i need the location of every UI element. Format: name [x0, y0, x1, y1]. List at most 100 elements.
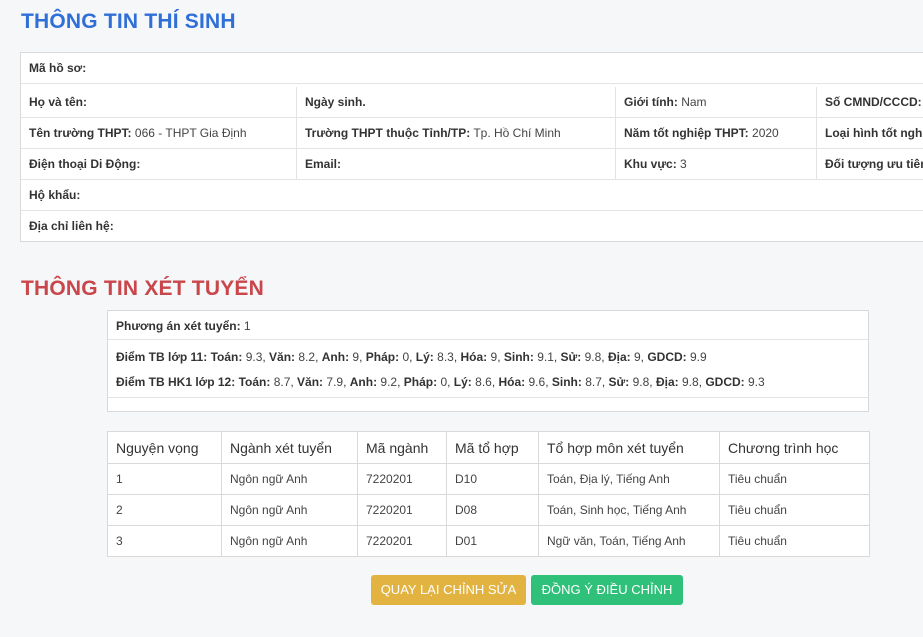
dob-label: Ngày sinh.: [305, 95, 366, 109]
grade11-subject-label: Địa:: [607, 350, 634, 364]
cell-preference-no: 2: [107, 494, 222, 526]
grade11-subject-label: Lý:: [415, 350, 438, 364]
email-label: Email:: [305, 157, 342, 171]
grade12-subject-label: Sinh:: [551, 375, 586, 389]
region-value: 3: [680, 157, 687, 171]
grade12-score-list: Toán: 8.7, Văn: 7.9, Anh: 9.2, Pháp: 0, …: [238, 375, 765, 389]
grade12-subject-score: 9.8: [681, 375, 699, 389]
header-combo-code: Mã tổ hợp: [446, 431, 539, 464]
phone-label: Điện thoại Di Động:: [29, 157, 141, 171]
admission-method-label: Phương án xét tuyển:: [116, 319, 241, 333]
grade12-subject-score: 9.2: [380, 375, 398, 389]
header-major: Ngành xét tuyển: [221, 431, 358, 464]
grade12-subject-label: Anh:: [349, 375, 381, 389]
admission-method-value: 1: [243, 319, 251, 333]
header-preference-no: Nguyện vọng: [107, 431, 222, 464]
school-value: 066 - THPT Gia Định: [134, 126, 247, 140]
gender-value: Nam: [681, 95, 707, 109]
grad-type-label: Loại hình tốt nghiệ: [825, 126, 923, 140]
confirm-adjust-button[interactable]: ĐỒNG Ý ĐIỀU CHỈNH: [531, 575, 683, 605]
email-field: Email:: [296, 149, 615, 179]
dob-field: Ngày sinh.: [296, 87, 615, 117]
cell-combo-subjects: Ngữ văn, Toán, Tiếng Anh: [538, 525, 720, 557]
file-code-label: Mã hồ sơ:: [29, 61, 87, 75]
full-name-label: Họ và tên:: [29, 95, 88, 109]
table-row: 3 Ngôn ngữ Anh 7220201 D01 Ngữ văn, Toán…: [107, 525, 870, 557]
cell-program: Tiêu chuẩn: [719, 494, 870, 526]
grade11-scores: Điểm TB lớp 11: Toán: 9.3, Văn: 8.2, Anh…: [116, 350, 707, 364]
full-name-field: Họ và tên:: [21, 87, 296, 117]
header-combo-subjects: Tổ hợp môn xét tuyển: [538, 431, 720, 464]
grade12-subject-score: 9.6: [528, 375, 546, 389]
admission-method: Phương án xét tuyển: 1: [116, 319, 251, 333]
grade11-subject-score: 9.3: [245, 350, 263, 364]
cell-program: Tiêu chuẩn: [719, 463, 870, 495]
gender-label: Giới tính:: [624, 95, 678, 109]
info-row-contact: Điện thoại Di Động: Email: Khu vực: 3 Đố…: [21, 149, 923, 180]
grade12-subject-label: GDCD:: [705, 375, 748, 389]
contact-address-field: Địa chỉ liên hệ:: [21, 211, 921, 241]
info-row-address: Địa chỉ liên hệ:: [21, 211, 923, 242]
header-major-code: Mã ngành: [357, 431, 447, 464]
cell-preference-no: 1: [107, 463, 222, 495]
cell-combo-code: D10: [446, 463, 539, 495]
info-row-household: Hộ khẩu:: [21, 180, 923, 211]
grad-type-field: Loại hình tốt nghiệ: [816, 118, 923, 148]
grade11-subject-score: 9.8: [584, 350, 602, 364]
grade12-subject-label: Địa:: [655, 375, 682, 389]
file-code-field: Mã hồ sơ:: [21, 53, 921, 83]
cell-major: Ngôn ngữ Anh: [221, 525, 358, 557]
divider: [108, 397, 868, 398]
cell-combo-subjects: Toán, Địa lý, Tiếng Anh: [538, 463, 720, 495]
grade12-subject-score: 9.8: [632, 375, 650, 389]
school-province-field: Trường THPT thuộc Tỉnh/TP: Tp. Hồ Chí Mi…: [296, 118, 615, 148]
table-row: 2 Ngôn ngữ Anh 7220201 D08 Toán, Sinh họ…: [107, 494, 870, 526]
grade12-scores: Điểm TB HK1 lớp 12: Toán: 8.7, Văn: 7.9,…: [116, 375, 765, 389]
grade11-subject-label: Văn:: [269, 350, 299, 364]
info-row-personal: Họ và tên: Ngày sinh. Giới tính: Nam Số …: [21, 87, 923, 118]
cell-major-code: 7220201: [357, 463, 447, 495]
grade11-subject-score: 9: [633, 350, 641, 364]
cell-combo-code: D01: [446, 525, 539, 557]
contact-address-label: Địa chỉ liên hệ:: [29, 219, 114, 233]
grade11-subject-score: 8.2: [298, 350, 316, 364]
gender-field: Giới tính: Nam: [615, 87, 816, 117]
candidate-info-panel: Mã hồ sơ: Họ và tên: Ngày sinh. Giới tín…: [20, 52, 923, 242]
grade11-score-list: Toán: 9.3, Văn: 8.2, Anh: 9, Pháp: 0, Lý…: [210, 350, 707, 364]
back-to-edit-button[interactable]: QUAY LẠI CHỈNH SỬA: [371, 575, 526, 605]
info-row-school: Tên trường THPT: 066 - THPT Gia Định Trư…: [21, 118, 923, 149]
grade11-subject-label: Sinh:: [503, 350, 538, 364]
cell-major-code: 7220201: [357, 494, 447, 526]
region-label: Khu vực:: [624, 157, 677, 171]
grade11-subject-label: Pháp:: [365, 350, 403, 364]
grade12-subject-label: Toán:: [238, 375, 274, 389]
cell-program: Tiêu chuẩn: [719, 525, 870, 557]
grade11-subject-label: Hóa:: [460, 350, 491, 364]
preferences-table: Nguyện vọng Ngành xét tuyển Mã ngành Mã …: [107, 431, 870, 557]
grade11-subject-label: Anh:: [321, 350, 353, 364]
table-row: 1 Ngôn ngữ Anh 7220201 D10 Toán, Địa lý,…: [107, 463, 870, 495]
school-province-label: Trường THPT thuộc Tỉnh/TP:: [305, 126, 471, 140]
grade12-subject-label: Hóa:: [498, 375, 529, 389]
cell-preference-no: 3: [107, 525, 222, 557]
school-field: Tên trường THPT: 066 - THPT Gia Định: [21, 118, 296, 148]
grade12-subject-score: 9.3: [747, 375, 765, 389]
grade11-subject-score: 8.3: [437, 350, 454, 364]
cell-combo-code: D08: [446, 494, 539, 526]
divider: [108, 339, 868, 340]
priority-field: Đối tượng ưu tiên: [816, 149, 923, 179]
grade11-subject-score: 9.1: [537, 350, 554, 364]
grade11-subject-label: Sử:: [560, 350, 585, 364]
grade11-subject-score: 9: [352, 350, 360, 364]
id-card-field: Số CMND/CCCD: 0: [816, 87, 923, 117]
grade12-subject-label: Lý:: [453, 375, 476, 389]
cell-major-code: 7220201: [357, 525, 447, 557]
school-province-value: Tp. Hồ Chí Minh: [473, 126, 561, 140]
phone-field: Điện thoại Di Động:: [21, 149, 296, 179]
grade11-subject-score: 0: [402, 350, 410, 364]
grad-year-value: 2020: [752, 126, 779, 140]
grade12-subject-score: 8.7: [585, 375, 602, 389]
info-row-file-code: Mã hồ sơ:: [21, 53, 923, 84]
grade12-label: Điểm TB HK1 lớp 12: [116, 375, 232, 389]
admission-info-title: THÔNG TIN XÉT TUYỂN: [21, 277, 264, 300]
